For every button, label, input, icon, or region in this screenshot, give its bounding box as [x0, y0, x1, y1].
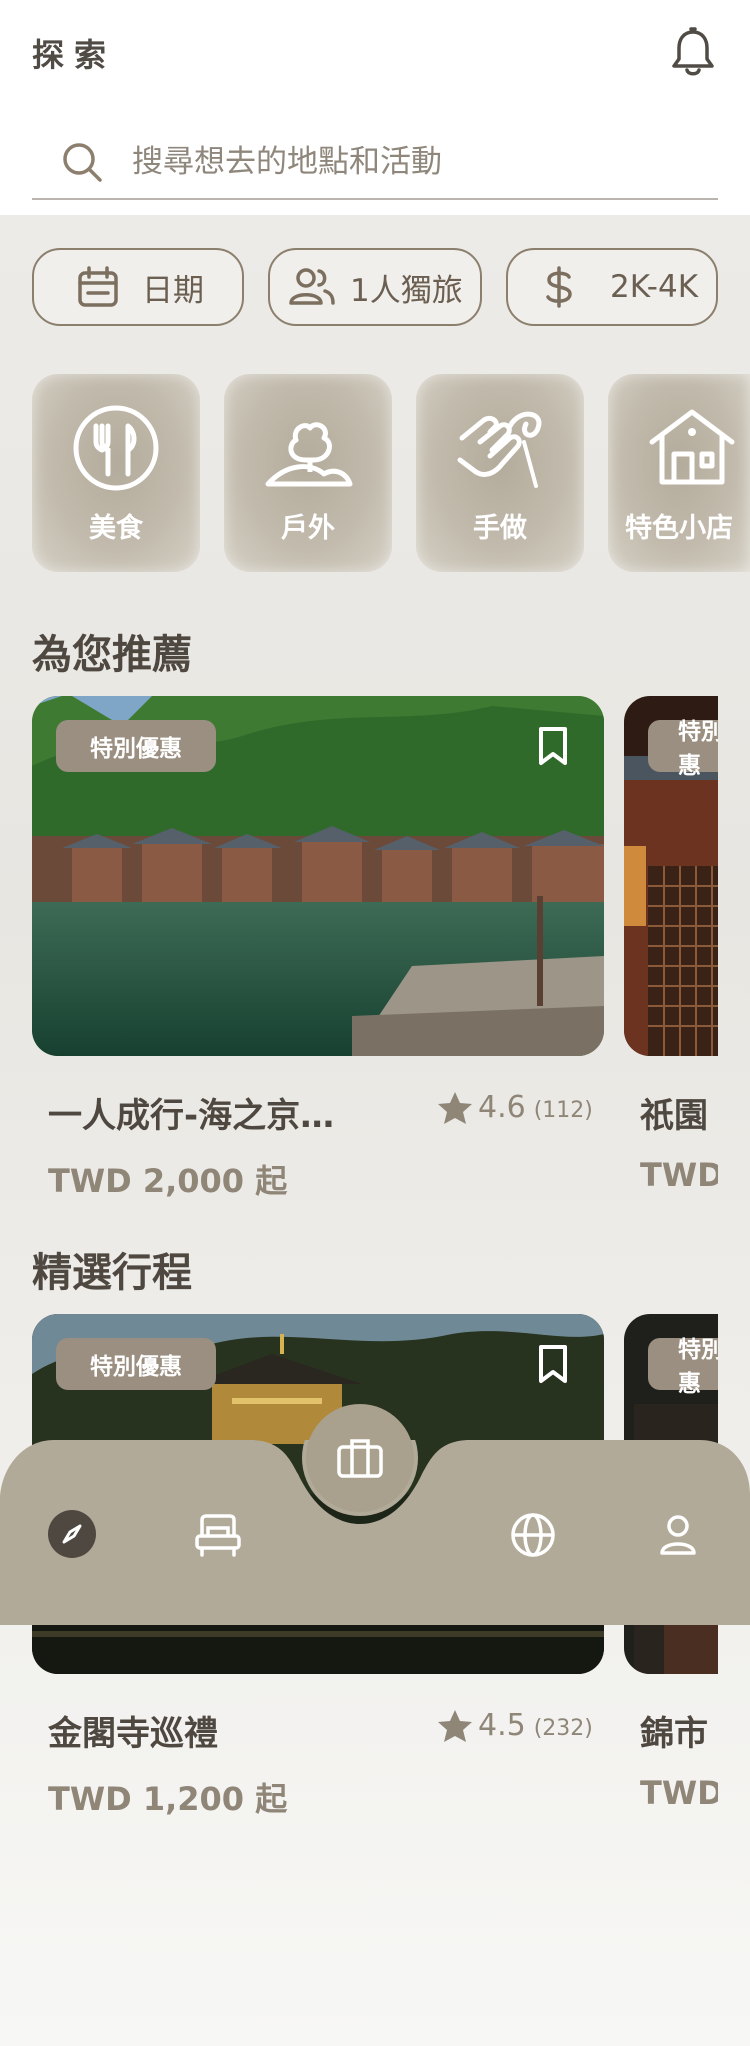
category-label: 手做 [473, 513, 527, 544]
page-title: 探索 [32, 36, 117, 74]
card-title[interactable]: 一人成行-海之京… [48, 1088, 334, 1137]
recommended-card-2-image[interactable]: 特別優惠 [624, 696, 718, 1056]
price-filter-chip[interactable]: 2K-4K [506, 248, 718, 326]
special-offer-badge: 特別優惠 [648, 719, 718, 779]
rating-value: 4.5 [478, 1708, 526, 1743]
profile-icon[interactable] [654, 1510, 702, 1560]
bookmark-icon[interactable] [536, 726, 570, 766]
card-price: TWD 1,200 起 [48, 1780, 288, 1818]
category-food[interactable]: 美食 [32, 374, 200, 572]
people-icon [289, 268, 335, 305]
category-handmade[interactable]: 手做 [416, 374, 584, 572]
special-offer-badge: 特別優惠 [56, 1338, 216, 1390]
recommended-card-1-image[interactable]: 特別優惠 [32, 696, 604, 1056]
card-title[interactable]: 祇園 [640, 1088, 718, 1137]
card-rating: 4.5 (232) [436, 1708, 593, 1746]
category-label: 美食 [89, 513, 143, 544]
category-outdoor[interactable]: 戶外 [224, 374, 392, 572]
date-filter-label: 日期 [142, 272, 204, 309]
card-price: TWD [640, 1774, 718, 1812]
calendar-icon [78, 266, 118, 307]
shop-icon [649, 409, 735, 485]
card-price: TWD 2,000 起 [48, 1162, 288, 1200]
craft-hand-icon [457, 411, 542, 488]
review-count: (112) [533, 1098, 593, 1123]
search-input[interactable] [132, 134, 692, 190]
review-count: (232) [533, 1716, 593, 1741]
date-filter-chip[interactable]: 日期 [32, 248, 244, 326]
trips-briefcase-icon[interactable] [306, 1404, 414, 1512]
search-bar[interactable] [32, 130, 718, 200]
category-shops[interactable]: 特色小店 [608, 374, 750, 572]
card-title[interactable]: 錦市 [640, 1706, 718, 1755]
card-rating: 4.6 (112) [436, 1090, 593, 1128]
price-filter-label: 2K-4K [610, 269, 699, 305]
bell-icon[interactable] [670, 26, 716, 78]
hotel-bed-icon[interactable] [192, 1510, 244, 1560]
people-filter-chip[interactable]: 1人獨旅 [268, 248, 482, 326]
category-label: 戶外 [281, 513, 335, 544]
special-offer-badge: 特別優惠 [56, 720, 216, 772]
explore-compass-icon[interactable] [48, 1510, 96, 1558]
section-title-featured: 精選行程 [32, 1250, 192, 1296]
dollar-icon [546, 266, 572, 308]
card-price: TWD [640, 1156, 718, 1194]
search-icon [63, 143, 102, 182]
globe-icon[interactable] [508, 1510, 558, 1560]
section-title-recommended: 為您推薦 [32, 632, 192, 678]
star-icon [438, 1710, 472, 1742]
utensils-icon [73, 405, 159, 491]
rating-value: 4.6 [478, 1090, 526, 1125]
tree-icon [265, 422, 353, 487]
card-title[interactable]: 金閣寺巡禮 [48, 1706, 218, 1755]
star-icon [438, 1092, 472, 1124]
category-label: 特色小店 [625, 513, 733, 544]
bottom-nav [0, 1404, 750, 1625]
special-offer-badge: 特別優惠 [648, 1337, 718, 1397]
bookmark-icon[interactable] [536, 1344, 570, 1384]
people-filter-label: 1人獨旅 [350, 272, 463, 309]
